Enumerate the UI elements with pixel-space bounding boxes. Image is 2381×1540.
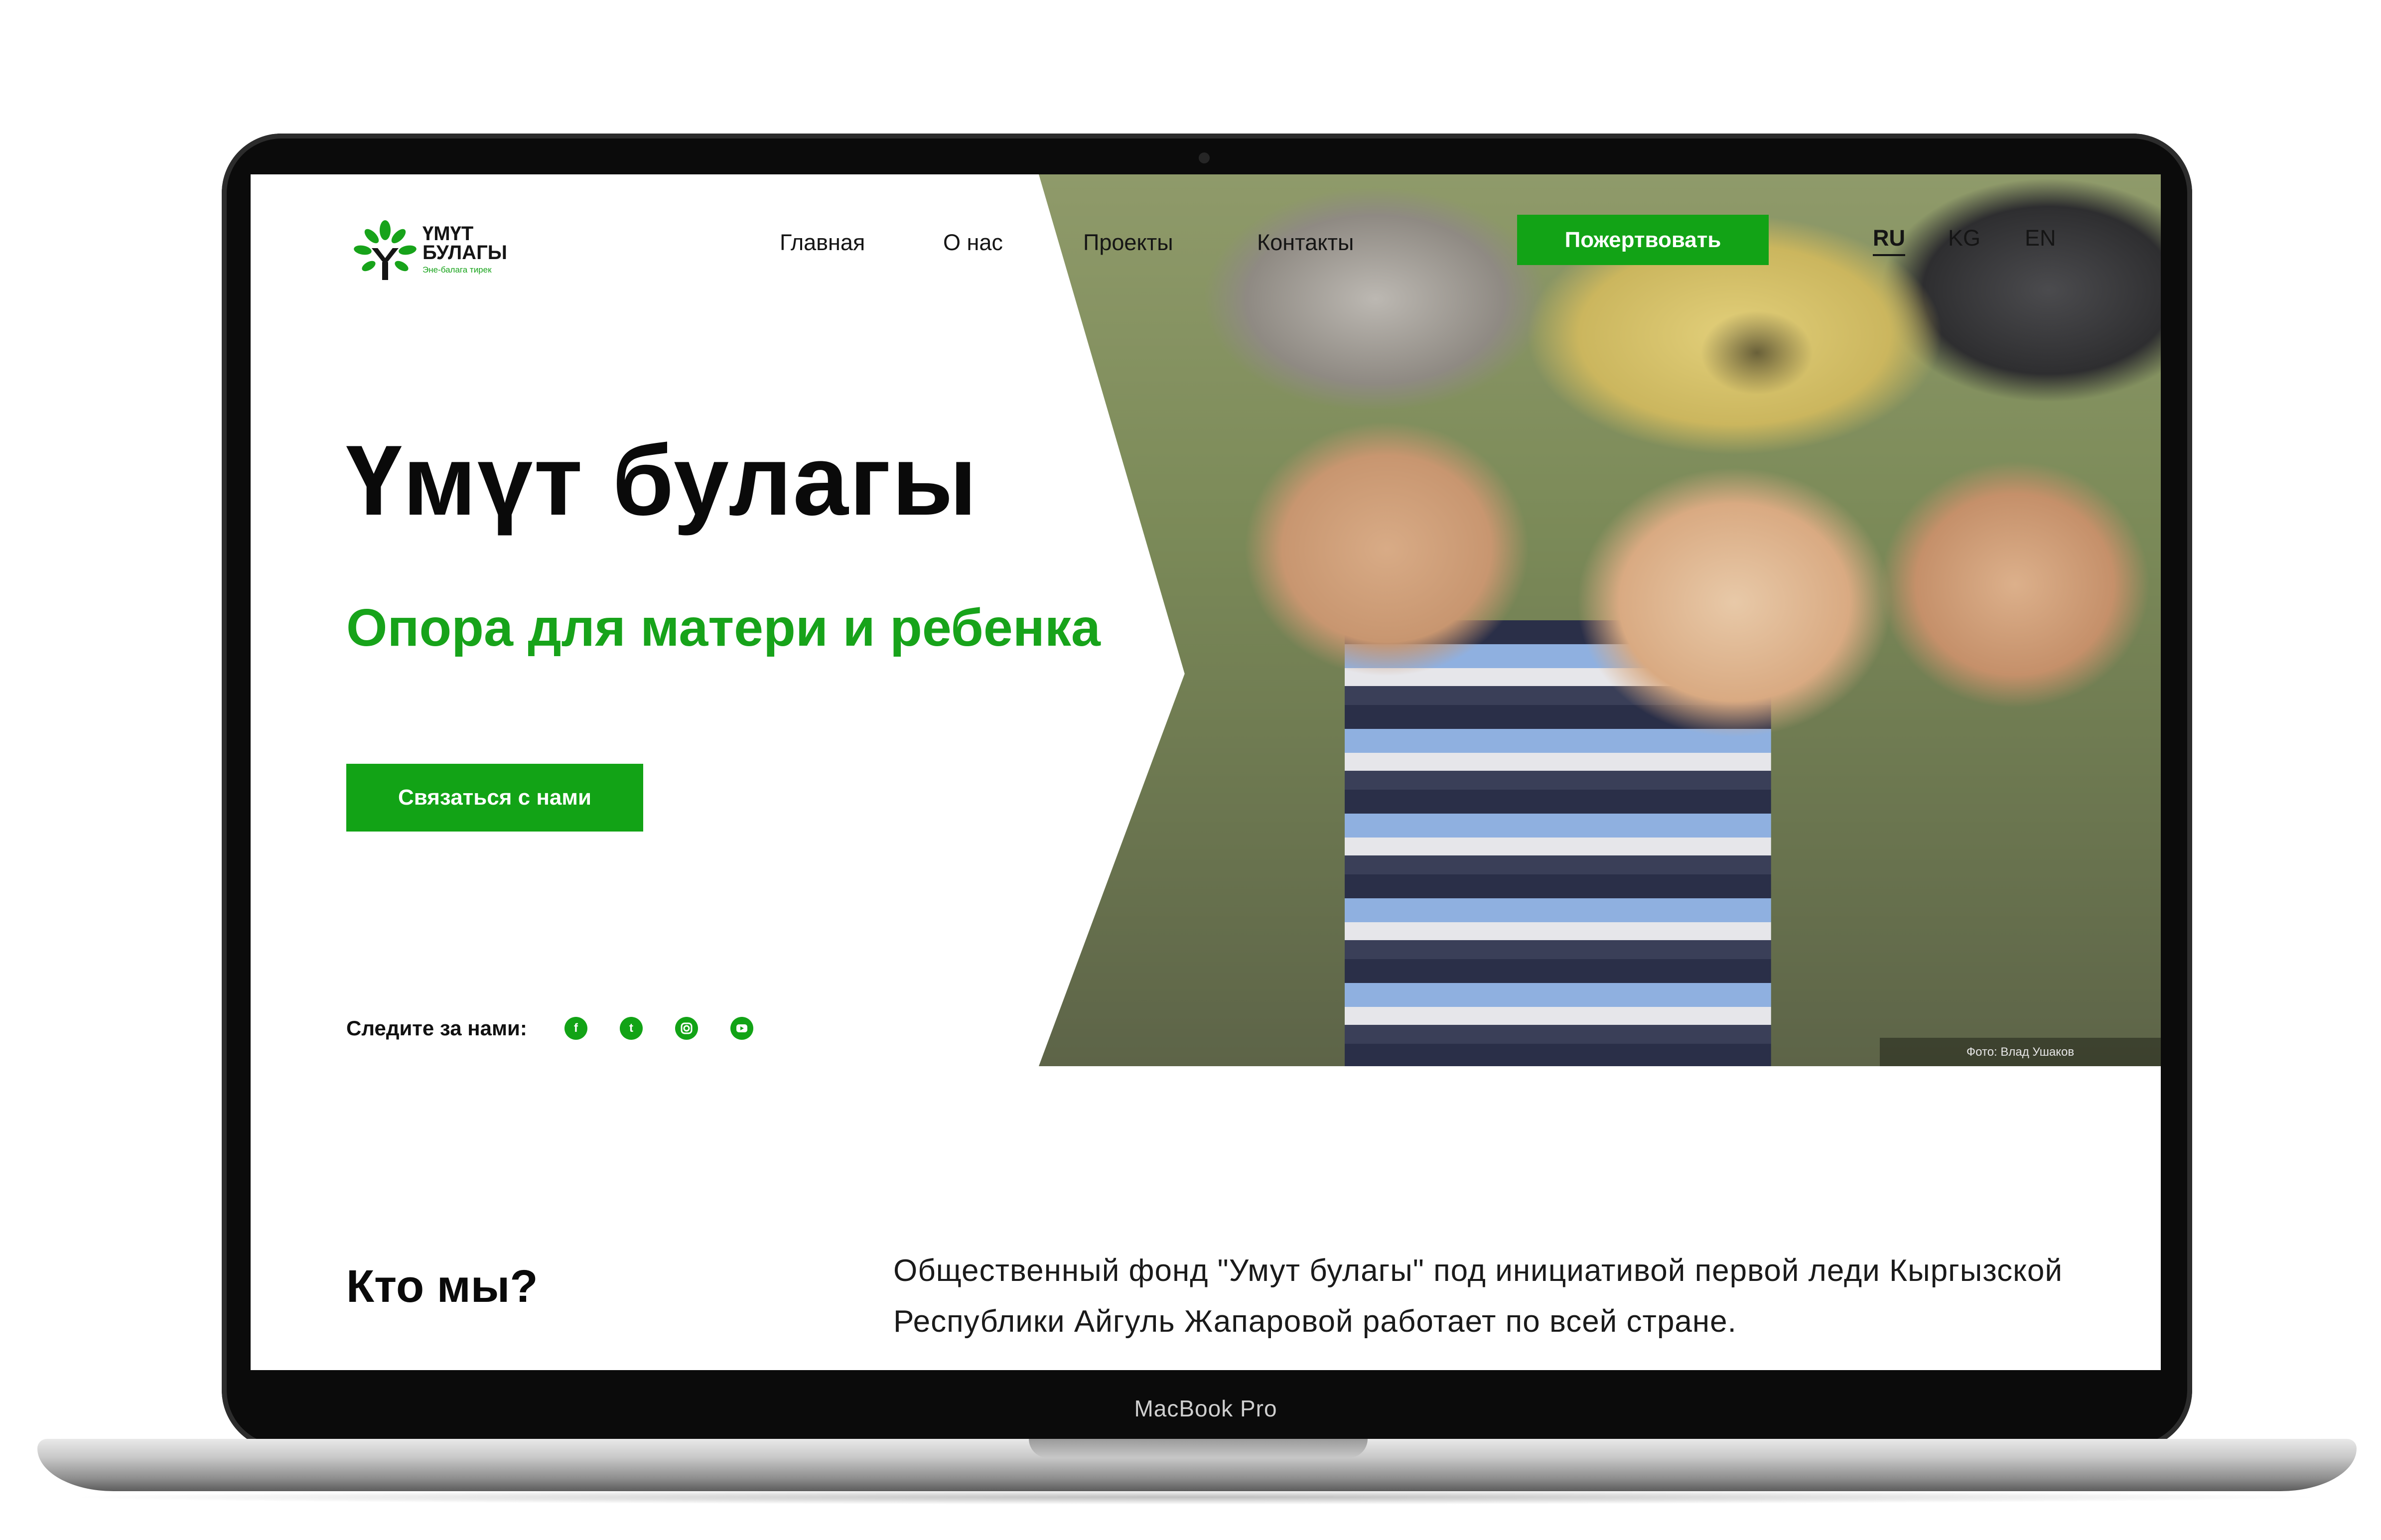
hero-photo [1039,174,2161,1066]
browser-screen: Фото: Влад Ушаков ҮМҮТ БУЛАГЫ Эне-балага… [251,174,2161,1370]
photo-credit: Фото: Влад Ушаков [1880,1038,2161,1066]
logo-title: ҮМҮТ БУЛАГЫ [422,223,507,264]
instagram-icon[interactable] [675,1017,698,1040]
nav-link-contacts[interactable]: Контакты [1257,230,1354,256]
about-text: Общественный фонд "Умут булагы" под иниц… [893,1254,2063,1339]
language-ru[interactable]: RU [1873,225,1905,256]
camera-dot [1199,152,1210,163]
about-title: Кто мы? [346,1261,538,1312]
youtube-icon[interactable] [730,1017,753,1040]
donate-button[interactable]: Пожертвовать [1517,215,1769,265]
laptop-notch [1029,1439,1368,1458]
follow-us-label: Следите за нами: [346,1016,527,1040]
logo-tagline: Эне-балага тирек [422,265,492,275]
nav-link-about[interactable]: О нас [943,230,1003,256]
nav-link-projects[interactable]: Проекты [1083,230,1173,256]
language-en[interactable]: EN [2025,225,2056,251]
hero-title: Үмүт булагы [346,425,978,536]
site-logo[interactable]: ҮМҮТ БУЛАГЫ Эне-балага тирек [348,219,522,284]
tree-logo-icon [354,220,417,280]
facebook-icon[interactable]: f [564,1017,587,1040]
contact-us-button[interactable]: Связаться с нами [346,764,643,832]
instagram-glyph [681,1022,693,1034]
laptop-shadow [60,1490,2332,1505]
twitter-icon[interactable]: t [620,1017,643,1040]
nav-link-home[interactable]: Главная [780,230,865,256]
device-model-label: MacBook Pro [1134,1396,1277,1421]
youtube-glyph [736,1024,747,1032]
language-kg[interactable]: KG [1948,225,1980,251]
hero-subtitle: Опора для матери и ребенка [346,598,1101,657]
